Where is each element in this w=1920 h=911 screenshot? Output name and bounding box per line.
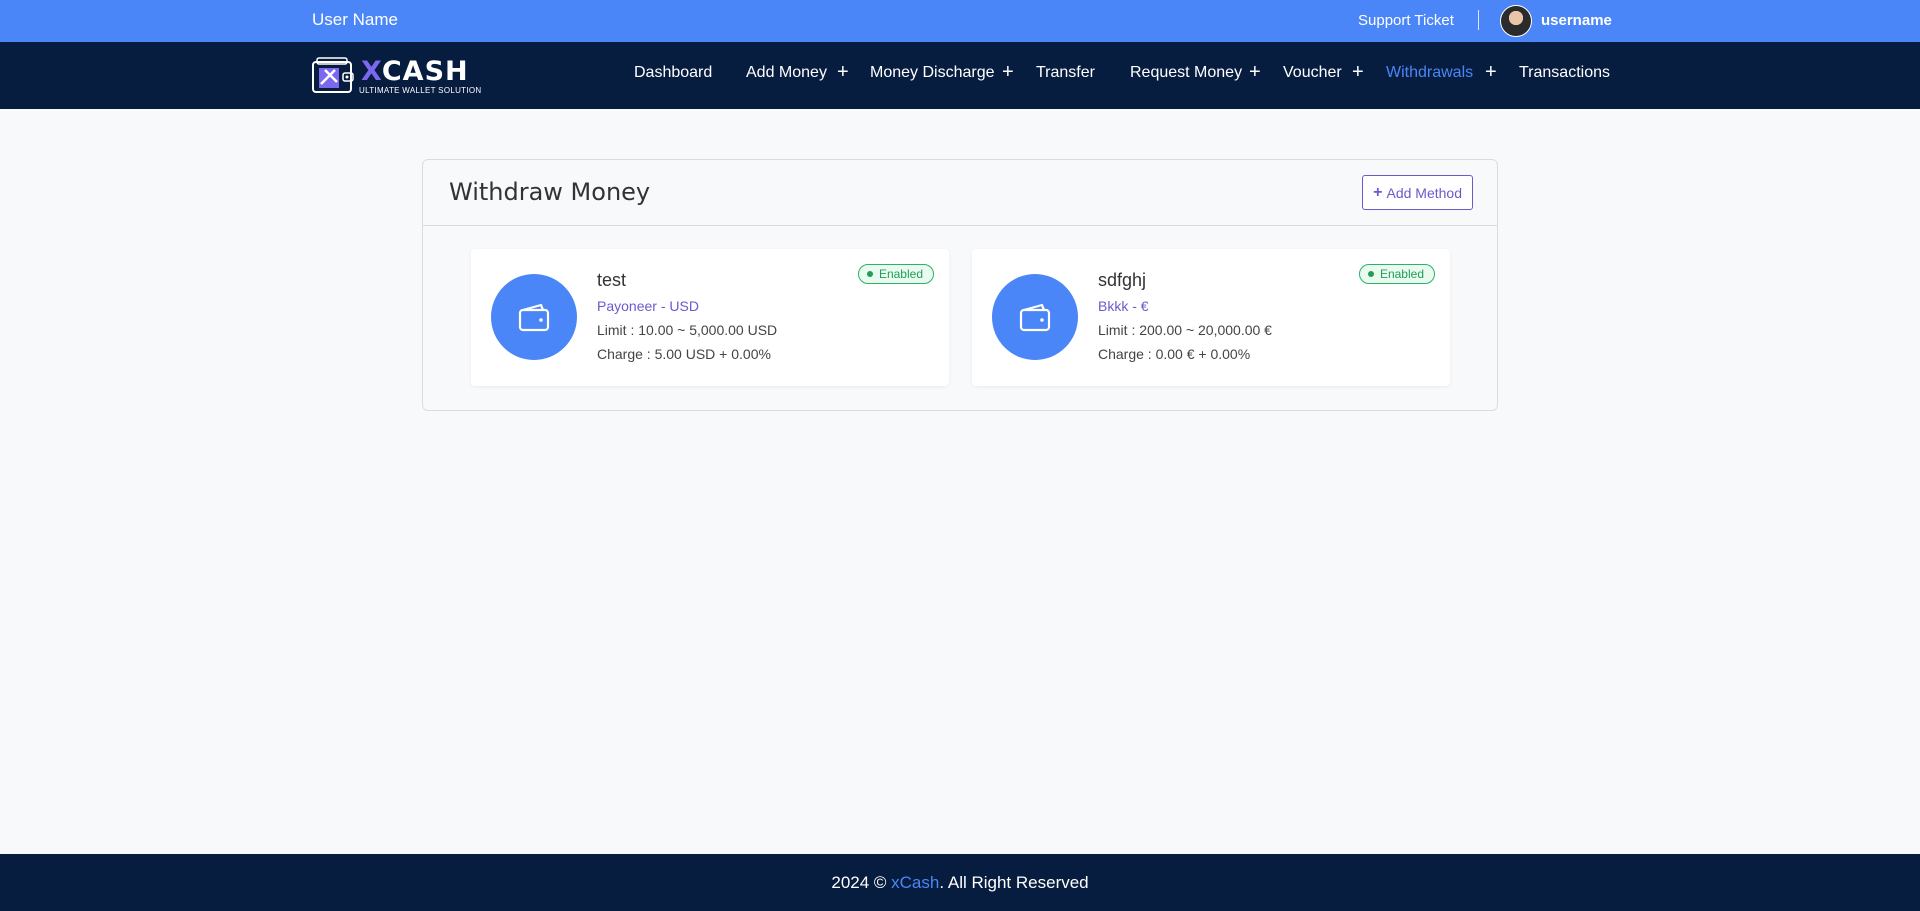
support-ticket-link[interactable]: Support Ticket: [1358, 12, 1454, 29]
user-name-label: User Name: [312, 10, 398, 29]
status-badge: Enabled: [1358, 264, 1435, 284]
brand-tagline: ULTIMATE WALLET SOLUTION: [359, 86, 482, 95]
nav-request-money[interactable]: Request Money: [1130, 64, 1242, 82]
nav-transactions[interactable]: Transactions: [1519, 64, 1610, 82]
nav-request-money-expand-icon[interactable]: +: [1249, 61, 1261, 84]
plus-icon: +: [1373, 183, 1383, 201]
wallet-logo-icon: [312, 57, 354, 93]
withdraw-method-card[interactable]: sdfghj Bkkk - € Limit : 200.00 ~ 20,000.…: [972, 249, 1450, 386]
footer-brand-link[interactable]: xCash: [891, 873, 939, 892]
status-dot-icon: [1367, 271, 1374, 277]
status-label: Enabled: [878, 267, 923, 281]
nav-transfer[interactable]: Transfer: [1036, 64, 1095, 82]
method-gateway: Bkkk - €: [1098, 298, 1149, 314]
nav-voucher[interactable]: Voucher: [1283, 64, 1342, 82]
nav-withdrawals[interactable]: Withdrawals: [1386, 64, 1473, 82]
method-icon-circle: [491, 274, 577, 360]
method-name: test: [597, 270, 627, 290]
method-gateway: Payoneer - USD: [597, 298, 699, 314]
nav-withdrawals-expand-icon[interactable]: +: [1485, 61, 1497, 84]
main-navbar: XCASH ULTIMATE WALLET SOLUTION Dashboard…: [0, 42, 1920, 109]
nav-dashboard[interactable]: Dashboard: [634, 64, 712, 82]
copyright-prefix: 2024 ©: [831, 873, 892, 892]
top-bar: User Name Support Ticket username: [0, 0, 1920, 42]
method-limit: Limit : 200.00 ~ 20,000.00 €: [1098, 322, 1272, 338]
avatar[interactable]: [1500, 5, 1532, 37]
nav-voucher-expand-icon[interactable]: +: [1352, 61, 1364, 84]
nav-money-discharge[interactable]: Money Discharge: [870, 64, 995, 82]
method-limit: Limit : 10.00 ~ 5,000.00 USD: [597, 322, 778, 338]
logo[interactable]: XCASH ULTIMATE WALLET SOLUTION: [311, 56, 491, 96]
copyright-suffix: . All Right Reserved: [939, 873, 1089, 892]
status-dot-icon: [866, 271, 873, 277]
card-header: Withdraw Money + Add Method: [423, 160, 1497, 226]
method-icon-circle: [992, 274, 1078, 360]
brand-name: XCASH: [361, 56, 469, 87]
nav-add-money[interactable]: Add Money: [746, 64, 827, 82]
username-dropdown[interactable]: username: [1541, 12, 1612, 29]
status-label: Enabled: [1379, 267, 1424, 281]
footer: 2024 © xCash. All Right Reserved: [0, 854, 1920, 911]
divider: [1478, 10, 1479, 30]
wallet-icon: [518, 303, 550, 332]
method-name: sdfghj: [1098, 270, 1147, 290]
add-method-label: Add Method: [1386, 184, 1463, 201]
wallet-icon: [1019, 303, 1051, 332]
method-charge: Charge : 5.00 USD + 0.00%: [597, 346, 771, 362]
status-badge: Enabled: [857, 264, 934, 284]
method-charge: Charge : 0.00 € + 0.00%: [1098, 346, 1251, 362]
add-method-button[interactable]: + Add Method: [1362, 175, 1473, 210]
page-title: Withdraw Money: [449, 178, 651, 206]
nav-add-money-expand-icon[interactable]: +: [837, 61, 849, 84]
withdraw-method-card[interactable]: test Payoneer - USD Limit : 10.00 ~ 5,00…: [471, 249, 949, 386]
nav-money-discharge-expand-icon[interactable]: +: [1002, 61, 1014, 84]
